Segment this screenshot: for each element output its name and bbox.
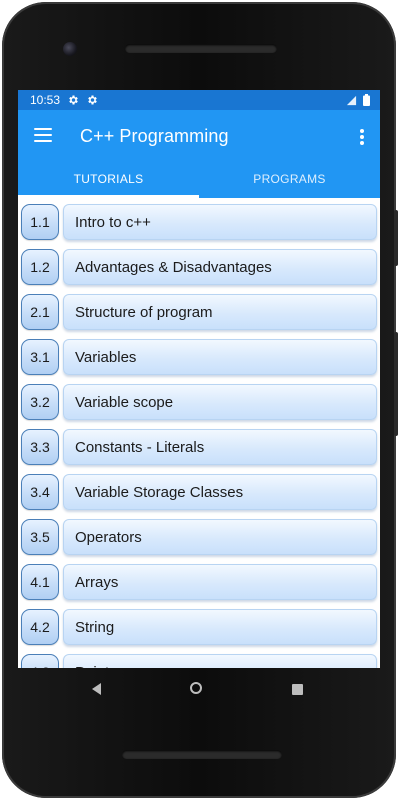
lesson-number: 3.1 — [21, 339, 59, 375]
lesson-number: 4.1 — [21, 564, 59, 600]
list-item[interactable]: 4.3 Pointers — [18, 652, 380, 668]
list-item[interactable]: 3.5 Operators — [18, 517, 380, 562]
lesson-number: 2.1 — [21, 294, 59, 330]
settings-gear-icon — [88, 95, 97, 105]
signal-icon — [346, 95, 357, 105]
tab-programs[interactable]: PROGRAMS — [199, 164, 380, 198]
lesson-number: 1.1 — [21, 204, 59, 240]
list-item[interactable]: 4.1 Arrays — [18, 562, 380, 607]
lesson-title[interactable]: Advantages & Disadvantages — [63, 249, 377, 285]
lesson-title[interactable]: Structure of program — [63, 294, 377, 330]
lesson-number: 3.3 — [21, 429, 59, 465]
list-item[interactable]: 3.4 Variable Storage Classes — [18, 472, 380, 517]
volume-button — [394, 332, 398, 436]
battery-icon — [363, 94, 370, 106]
lesson-title[interactable]: Constants - Literals — [63, 429, 377, 465]
power-button — [394, 210, 398, 266]
list-item[interactable]: 3.2 Variable scope — [18, 382, 380, 427]
settings-gear-icon — [69, 95, 78, 105]
list-item[interactable]: 1.2 Advantages & Disadvantages — [18, 247, 380, 292]
more-vertical-icon[interactable] — [360, 129, 364, 145]
system-nav-bar — [18, 668, 380, 712]
lesson-title[interactable]: Operators — [63, 519, 377, 555]
bottom-speaker — [122, 750, 282, 759]
list-item[interactable]: 3.1 Variables — [18, 337, 380, 382]
list-item[interactable]: 3.3 Constants - Literals — [18, 427, 380, 472]
active-tab-indicator — [18, 195, 199, 198]
recents-icon[interactable] — [292, 684, 303, 695]
home-icon[interactable] — [190, 682, 202, 694]
list-item[interactable]: 2.1 Structure of program — [18, 292, 380, 337]
front-camera — [63, 42, 77, 56]
lesson-number: 1.2 — [21, 249, 59, 285]
app-screen: 10:53 C++ Programming TUTORIALS PROGRAMS… — [18, 90, 380, 668]
lesson-title[interactable]: Variable Storage Classes — [63, 474, 377, 510]
app-bar: C++ Programming — [18, 110, 380, 164]
tab-bar: TUTORIALS PROGRAMS — [18, 164, 380, 198]
hamburger-menu-icon[interactable] — [34, 128, 52, 142]
lesson-number: 4.2 — [21, 609, 59, 645]
list-item[interactable]: 1.1 Intro to c++ — [18, 202, 380, 247]
lesson-number: 3.2 — [21, 384, 59, 420]
lesson-title[interactable]: String — [63, 609, 377, 645]
status-time: 10:53 — [30, 93, 61, 107]
status-bar: 10:53 — [18, 90, 380, 110]
lesson-number: 3.4 — [21, 474, 59, 510]
lesson-title[interactable]: Intro to c++ — [63, 204, 377, 240]
lesson-number: 3.5 — [21, 519, 59, 555]
top-speaker — [125, 44, 277, 53]
lesson-title[interactable]: Pointers — [63, 654, 377, 668]
lesson-list: 1.1 Intro to c++ 1.2 Advantages & Disadv… — [18, 198, 380, 668]
back-icon[interactable] — [90, 682, 104, 696]
lesson-title[interactable]: Variables — [63, 339, 377, 375]
lesson-number: 4.3 — [21, 654, 59, 668]
tab-tutorials[interactable]: TUTORIALS — [18, 164, 199, 198]
lesson-title[interactable]: Variable scope — [63, 384, 377, 420]
list-item[interactable]: 4.2 String — [18, 607, 380, 652]
app-title: C++ Programming — [80, 126, 229, 146]
lesson-title[interactable]: Arrays — [63, 564, 377, 600]
